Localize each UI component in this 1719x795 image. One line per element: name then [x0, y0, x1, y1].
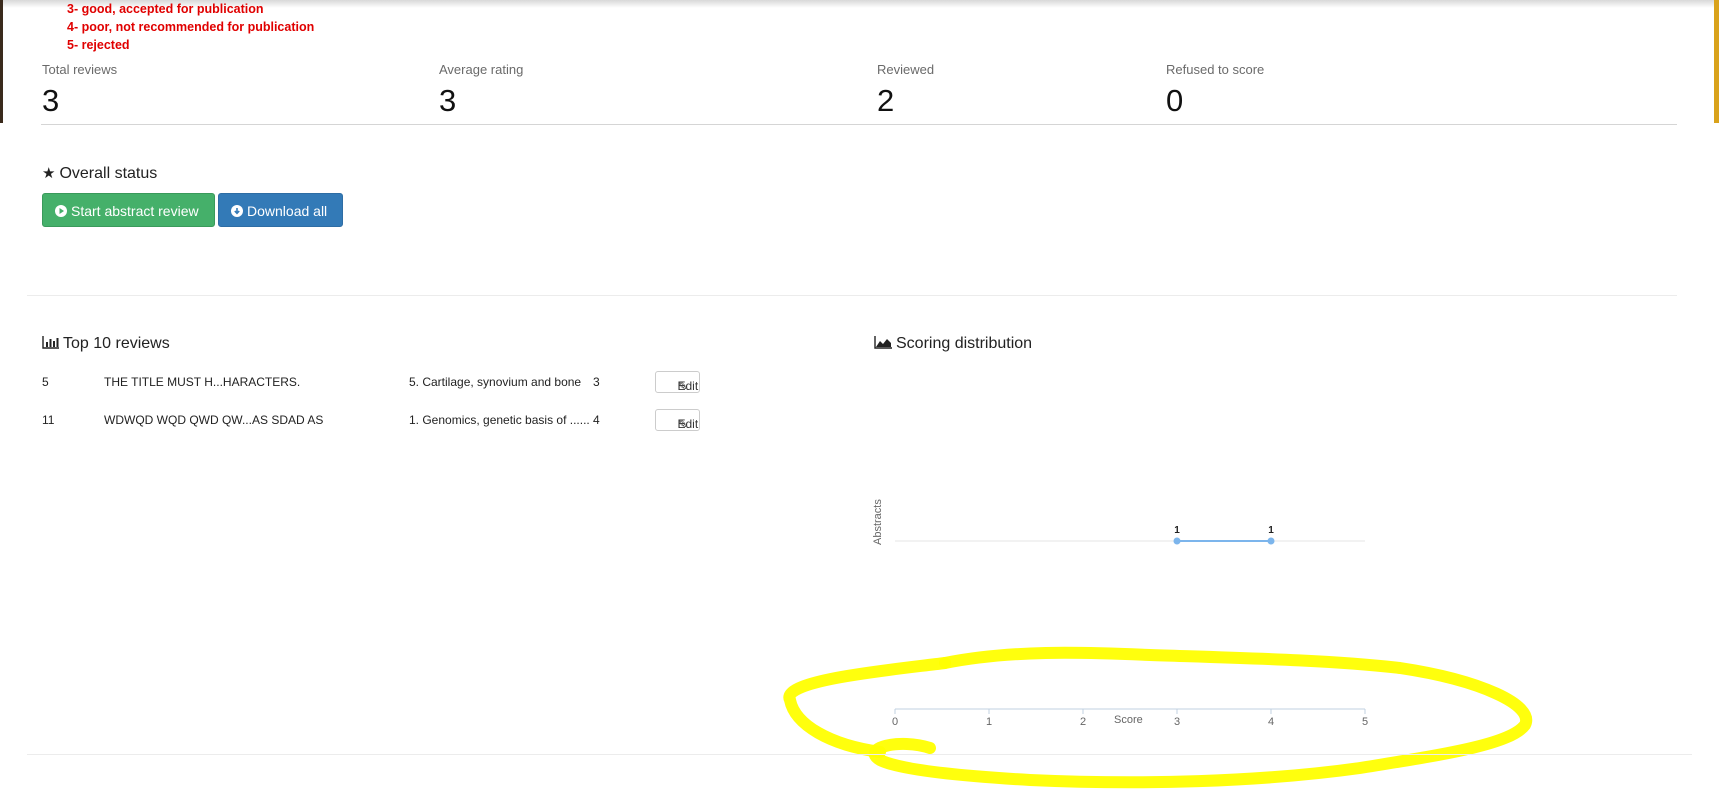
series-layer — [1173, 537, 1275, 545]
highlight-scribble — [868, 646, 1533, 789]
data-point[interactable] — [1267, 537, 1275, 545]
highlight-scribble-left — [783, 657, 951, 758]
data-point[interactable] — [1173, 537, 1181, 545]
x-tick-marks — [894, 709, 1366, 714]
scoring-distribution-chart — [783, 537, 1533, 789]
footer-divider — [27, 754, 1692, 755]
